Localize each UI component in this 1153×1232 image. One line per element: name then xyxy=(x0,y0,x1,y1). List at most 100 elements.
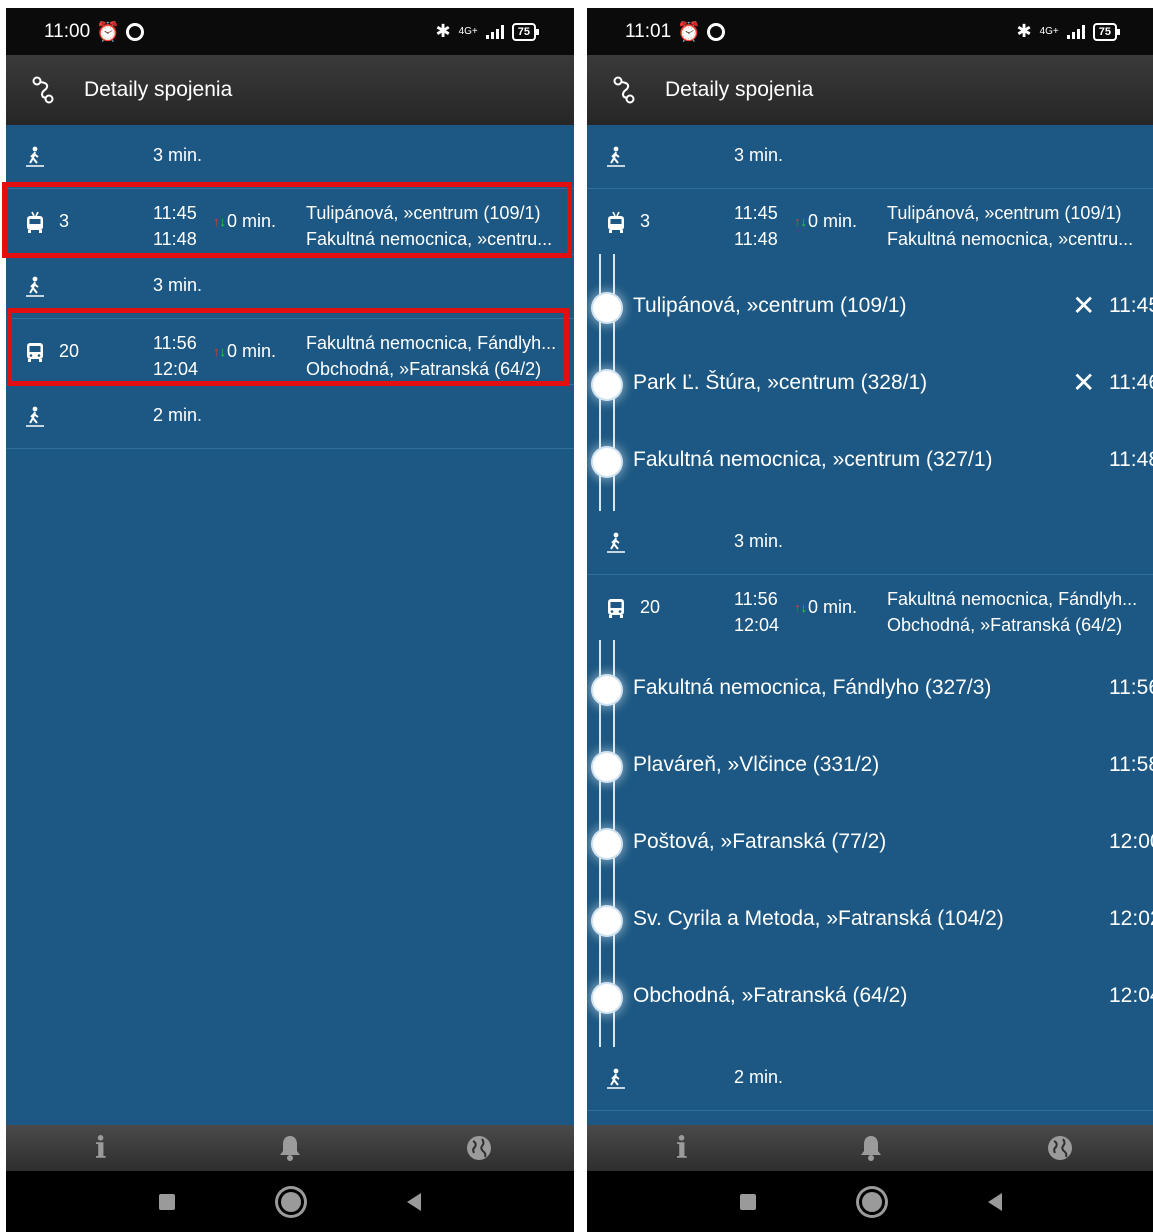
status-bar: 11:00 ⏰ ✱ 4G+ 75 xyxy=(6,8,574,55)
stop-name: Tulipánová, »centrum (109/1) xyxy=(633,294,907,317)
stop-row: Fakultná nemocnica, »centrum (327/1) 11:… xyxy=(587,424,1153,501)
recents-button[interactable] xyxy=(740,1193,756,1210)
page-title: Detaily spojenia xyxy=(665,78,814,101)
pedestrian-icon xyxy=(26,276,44,297)
stop-row: Sv. Cyrila a Metoda, »Fatranská (104/2) … xyxy=(587,883,1153,960)
route-icon[interactable] xyxy=(609,75,639,105)
network-type: 4G+ xyxy=(1039,25,1059,37)
notifications-button[interactable] xyxy=(260,1128,320,1168)
walk-segment: 2 min. xyxy=(6,385,574,449)
connection-detail-list: 3 min. 3 11:45 11:48 ↑ ↓ 0 min. Tulipánová… xyxy=(587,125,1153,1125)
stop-dot xyxy=(593,294,621,322)
delay-indicator: ↑ ↓ 0 min. xyxy=(794,211,857,232)
walk-segment: 3 min. xyxy=(587,511,1153,575)
transit-leg[interactable]: 20 11:56 12:04 ↑ ↓ 0 min. Fakultná nemocni… xyxy=(587,575,1153,640)
pedestrian-icon xyxy=(607,532,625,553)
walk-segment: 3 min. xyxy=(6,255,574,319)
route-icon[interactable] xyxy=(28,75,58,105)
stop-dot xyxy=(593,676,621,704)
delay-value: 0 min. xyxy=(227,211,277,231)
home-button[interactable] xyxy=(281,1191,301,1212)
recents-button[interactable] xyxy=(159,1193,175,1210)
stop-time: 12:04 xyxy=(1109,984,1153,1007)
delay-indicator: ↑ ↓ 0 min. xyxy=(213,211,276,232)
from-stop: Fakultná nemocnica, Fándlyh... xyxy=(887,589,1138,609)
bell-icon xyxy=(279,1136,300,1161)
alarm-icon: ⏰ xyxy=(677,21,701,43)
back-button[interactable] xyxy=(988,1192,1002,1211)
walk-duration: 2 min. xyxy=(734,1067,784,1087)
notifications-button[interactable] xyxy=(841,1128,901,1168)
leg-times: 11:56 12:04 xyxy=(153,330,198,382)
stop-time: 11:46 xyxy=(1109,371,1153,394)
info-button[interactable]: i xyxy=(71,1128,131,1168)
stop-row: Tulipánová, »centrum (109/1) ✕ 11:45 xyxy=(587,270,1153,347)
to-stop: Obchodná, »Fatranská (64/2) xyxy=(887,615,1123,635)
walk-segment: 3 min. xyxy=(6,125,574,189)
stop-dot xyxy=(593,753,621,781)
globe-icon xyxy=(467,1136,492,1160)
walk-segment: 3 min. xyxy=(587,125,1153,189)
arrival-time: 11:48 xyxy=(153,229,197,249)
system-navigation-bar xyxy=(587,1171,1153,1232)
home-button[interactable] xyxy=(862,1191,882,1212)
stop-name: Obchodná, »Fatranská (64/2) xyxy=(633,984,908,1007)
bottom-toolbar: i xyxy=(6,1125,574,1171)
page-title: Detaily spojenia xyxy=(84,78,233,101)
walk-segment: 2 min. xyxy=(587,1047,1153,1111)
stop-time: 12:00 xyxy=(1109,830,1153,853)
departure-time: 11:45 xyxy=(153,203,197,223)
delay-value: 0 min. xyxy=(808,597,858,617)
pedestrian-icon xyxy=(26,146,44,167)
stop-time: 11:48 xyxy=(1109,448,1153,471)
delay-indicator: ↑ ↓ 0 min. xyxy=(213,341,276,362)
route-rail-line xyxy=(599,501,615,511)
leg-stops: Fakultná nemocnica, Fándlyh... Obchodná,… xyxy=(306,330,568,382)
stop-dot xyxy=(593,830,621,858)
transit-leg[interactable]: 20 11:56 12:04 ↑ ↓ 0 min. Fakultná nemocni… xyxy=(6,319,574,385)
clock: 11:01 xyxy=(625,20,672,42)
transit-leg[interactable]: 3 11:45 11:48 ↑ ↓ 0 min. Tulipánová, »cent… xyxy=(6,189,574,255)
bell-icon xyxy=(860,1136,881,1161)
stop-dot xyxy=(593,907,621,935)
to-stop: Obchodná, »Fatranská (64/2) xyxy=(306,359,542,379)
web-button[interactable] xyxy=(1030,1128,1090,1168)
web-button[interactable] xyxy=(449,1128,509,1168)
clock: 11:00 xyxy=(44,20,91,42)
line-number: 20 xyxy=(640,597,661,617)
delay-down-arrow-icon: ↓ xyxy=(219,344,227,359)
stop-time: 11:56 xyxy=(1109,676,1153,699)
bus-icon xyxy=(608,599,624,618)
stop-time: 12:02 xyxy=(1109,907,1153,930)
walk-duration: 3 min. xyxy=(153,145,203,165)
phone-screen-left: 11:00 ⏰ ✱ 4G+ 75 Detaily spojenia 3 min. xyxy=(6,8,574,1232)
line-number: 3 xyxy=(59,211,70,231)
stop-name: Poštová, »Fatranská (77/2) xyxy=(633,830,887,853)
stop-row: Plaváreň, »Vlčince (331/2) 11:58 xyxy=(587,729,1153,806)
trolleybus-icon xyxy=(608,211,624,233)
route-rail-line xyxy=(599,254,615,270)
transit-leg[interactable]: 3 11:45 11:48 ↑ ↓ 0 min. Tulipánová, »cent… xyxy=(587,189,1153,254)
bluetooth-icon: ✱ xyxy=(435,21,451,41)
departure-time: 11:45 xyxy=(734,203,778,223)
status-bar: 11:01 ⏰ ✱ 4G+ 75 xyxy=(587,8,1153,55)
globe-icon xyxy=(1048,1136,1073,1160)
info-button[interactable]: i xyxy=(652,1128,712,1168)
line-number: 3 xyxy=(640,211,651,231)
trolleybus-icon xyxy=(27,211,43,233)
alarm-icon: ⏰ xyxy=(96,21,120,43)
app-header: Detaily spojenia xyxy=(6,55,574,125)
stop-name: Park Ľ. Štúra, »centrum (328/1) xyxy=(633,371,928,394)
circle-notification-icon xyxy=(706,22,725,41)
walk-duration: 3 min. xyxy=(153,275,203,295)
delay-down-arrow-icon: ↓ xyxy=(800,214,808,229)
route-rail xyxy=(587,640,1153,652)
battery-icon: 75 xyxy=(511,22,540,41)
to-stop: Fakultná nemocnica, »centru... xyxy=(306,229,553,249)
leg-times: 11:45 11:48 xyxy=(734,200,778,252)
back-button[interactable] xyxy=(407,1192,421,1211)
system-navigation-bar xyxy=(6,1171,574,1232)
walk-duration: 2 min. xyxy=(153,405,203,425)
info-icon: i xyxy=(675,1130,688,1166)
bottom-toolbar: i xyxy=(587,1125,1153,1171)
